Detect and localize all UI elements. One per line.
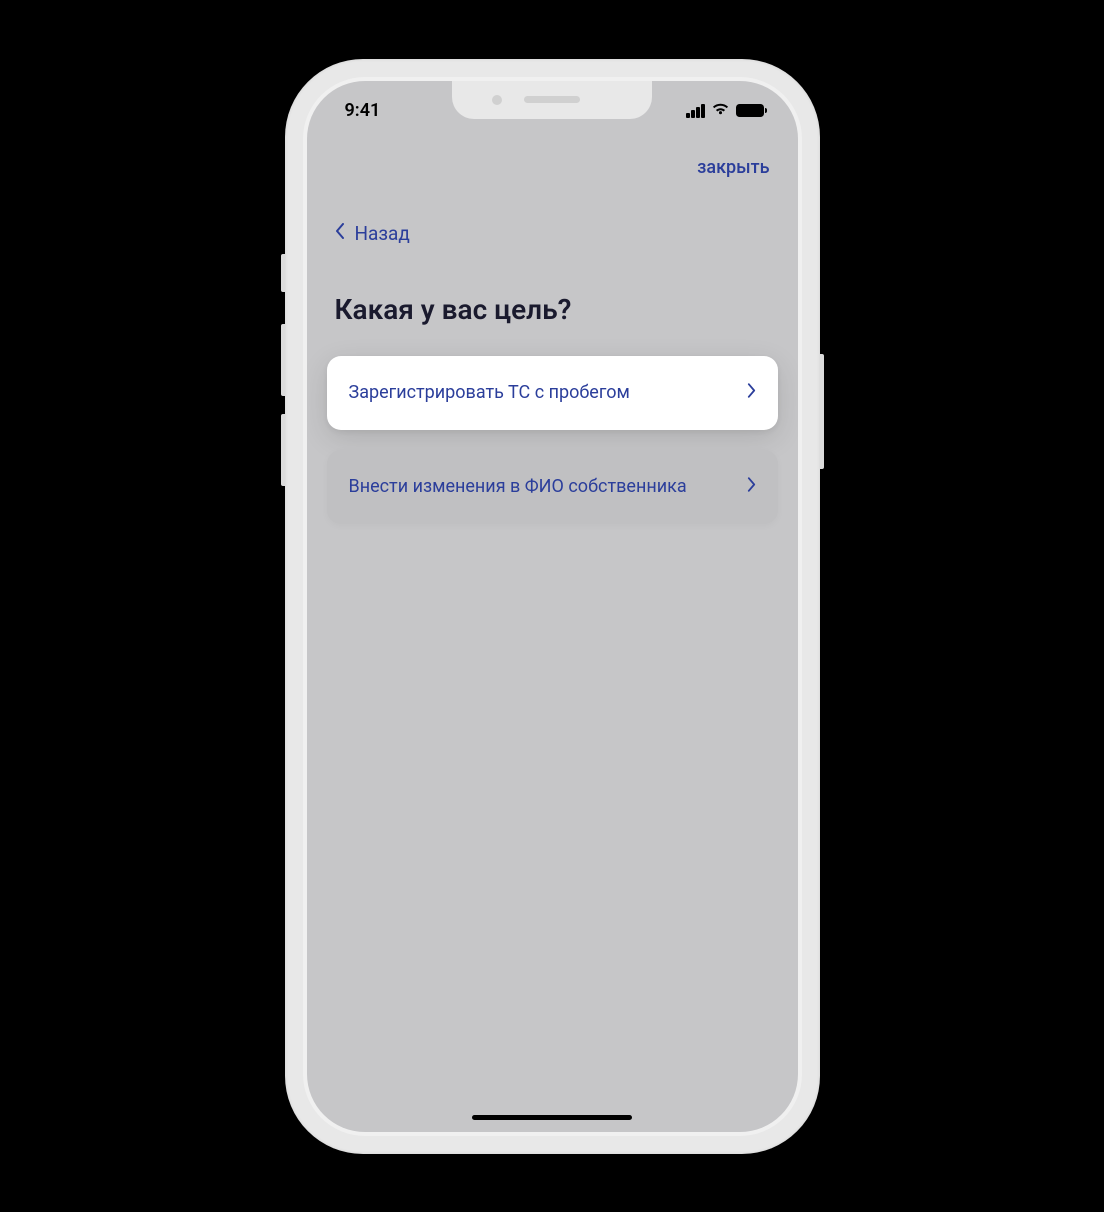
phone-screen: 9:41 закрыть bbox=[307, 81, 798, 1132]
option-register-vehicle[interactable]: Зарегистрировать ТС с пробегом bbox=[327, 356, 778, 430]
status-time: 9:41 bbox=[345, 100, 381, 121]
phone-frame: 9:41 закрыть bbox=[285, 59, 820, 1154]
options-list: Зарегистрировать ТС с пробегом Внести из… bbox=[307, 326, 798, 524]
phone-notch bbox=[452, 81, 652, 119]
cellular-signal-icon bbox=[686, 104, 705, 118]
option-label: Внести изменения в ФИО собственника bbox=[349, 474, 687, 500]
close-button[interactable]: закрыть bbox=[697, 157, 769, 178]
speaker-grill-icon bbox=[524, 96, 580, 103]
back-label: Назад bbox=[355, 222, 410, 245]
phone-inner-border: 9:41 закрыть bbox=[303, 77, 802, 1136]
home-indicator[interactable] bbox=[472, 1115, 632, 1120]
front-camera-icon bbox=[492, 95, 502, 105]
option-change-owner-name[interactable]: Внести изменения в ФИО собственника bbox=[327, 450, 778, 524]
back-button[interactable]: Назад bbox=[307, 178, 798, 245]
chevron-right-icon bbox=[747, 383, 756, 402]
status-icons bbox=[686, 101, 764, 120]
phone-mockup: 9:41 закрыть bbox=[285, 59, 820, 1154]
chevron-right-icon bbox=[747, 477, 756, 496]
header-bar: закрыть bbox=[307, 133, 798, 178]
option-label: Зарегистрировать ТС с пробегом bbox=[349, 380, 630, 406]
wifi-icon bbox=[711, 101, 730, 120]
chevron-left-icon bbox=[335, 223, 345, 243]
page-title: Какая у вас цель? bbox=[307, 245, 798, 326]
battery-icon bbox=[736, 104, 764, 117]
